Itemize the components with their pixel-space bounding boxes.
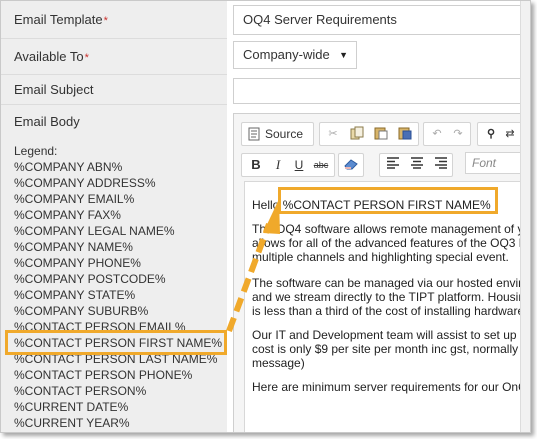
arrow-annotation xyxy=(226,199,280,333)
email-template-form: Email Template* OQ4 Server Requirements … xyxy=(0,0,531,433)
